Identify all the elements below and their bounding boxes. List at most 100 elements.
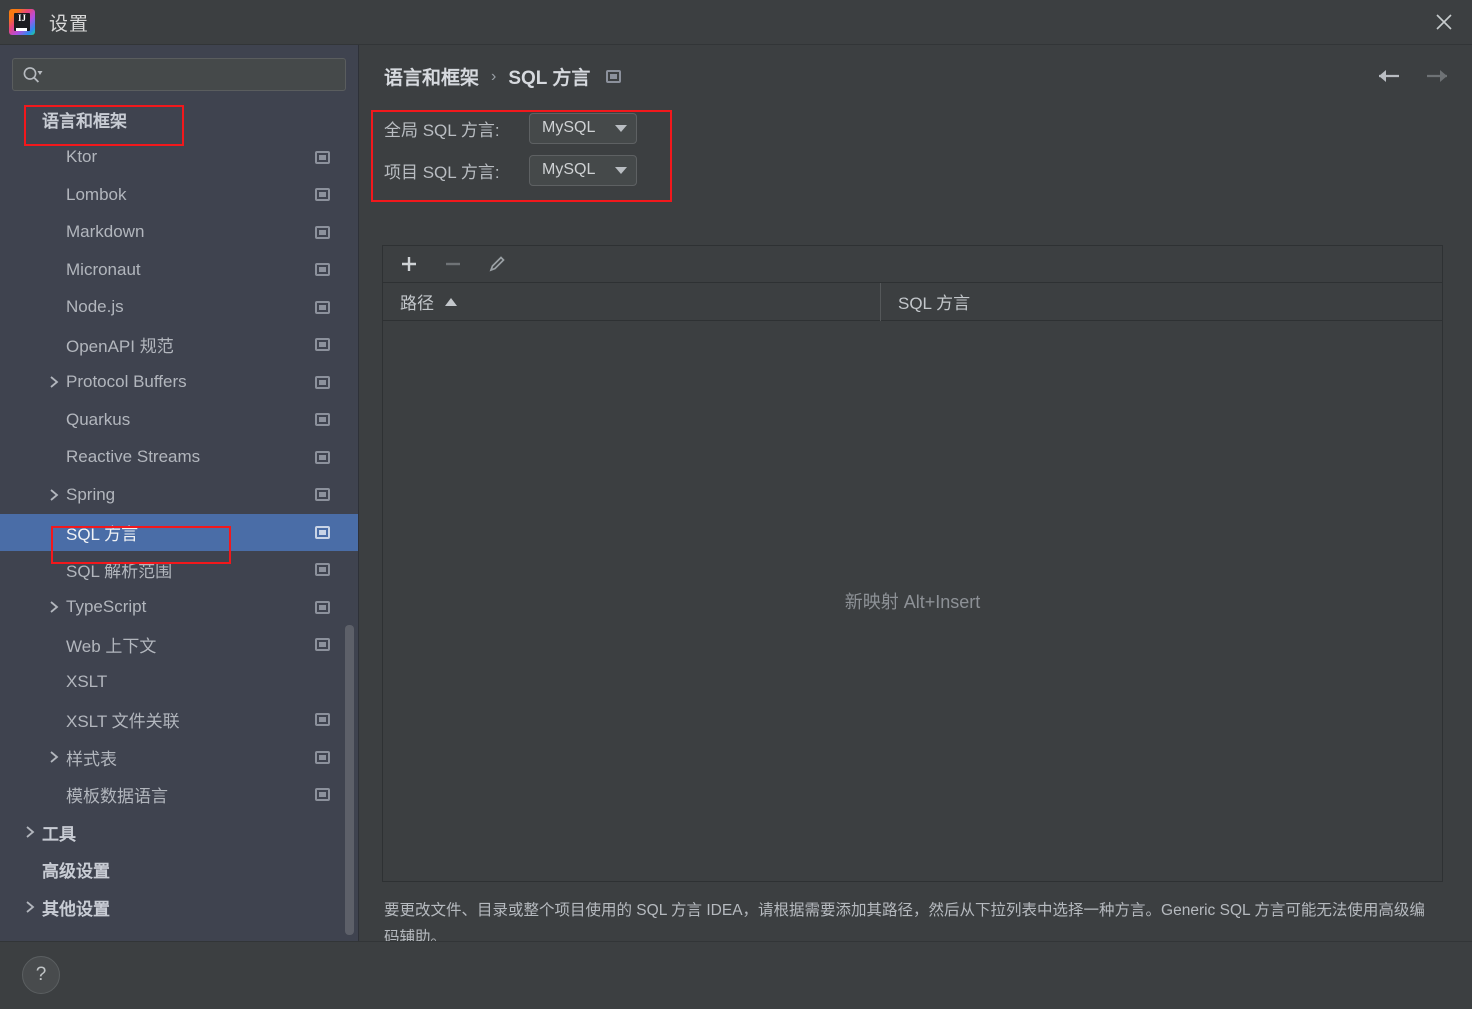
chevron-down-icon: [615, 124, 627, 132]
intellij-idea-logo-icon: IJ: [9, 9, 35, 35]
sidebar-item-17[interactable]: 样式表: [0, 739, 358, 777]
mappings-table-header: 路径 SQL 方言: [383, 282, 1442, 321]
dialect-row-1: 项目 SQL 方言: MySQL: [384, 149, 637, 191]
chevron-right-icon[interactable]: [46, 600, 62, 614]
settings-dialog: IJ 设置 语言和框架 Ktor Lombok Markdown Microna…: [0, 0, 1472, 1009]
sidebar-item-label: 样式表: [66, 749, 117, 769]
mappings-toolbar: [383, 246, 1442, 283]
project-scope-badge-icon: [315, 750, 330, 764]
sidebar-item-15[interactable]: XSLT: [0, 664, 358, 702]
search-input[interactable]: [50, 66, 336, 83]
sidebar-item-7[interactable]: Protocol Buffers: [0, 364, 358, 402]
sidebar-item-6[interactable]: OpenAPI 规范: [0, 326, 358, 364]
project-scope-badge-icon: [315, 600, 330, 614]
sidebar-item-19[interactable]: 工具: [0, 814, 358, 852]
nav-forward-button[interactable]: [1424, 63, 1450, 89]
search-area: [0, 45, 358, 91]
sidebar-item-label: Micronaut: [66, 259, 141, 279]
sidebar-item-13[interactable]: TypeScript: [0, 589, 358, 627]
sidebar-item-3[interactable]: Markdown: [0, 214, 358, 252]
sidebar-item-18[interactable]: 模板数据语言: [0, 776, 358, 814]
chevron-right-icon[interactable]: [46, 488, 62, 502]
mappings-panel: 路径 SQL 方言 新映射 Alt+Insert: [382, 245, 1443, 882]
sidebar-item-8[interactable]: Quarkus: [0, 401, 358, 439]
sidebar-item-label: Web 上下文: [66, 637, 157, 657]
sidebar-item-11[interactable]: SQL 方言: [0, 513, 358, 551]
sidebar-item-14[interactable]: Web 上下文: [0, 626, 358, 664]
sidebar-scrollbar[interactable]: [345, 625, 354, 935]
edit-mapping-button[interactable]: [485, 252, 509, 276]
settings-sidebar: 语言和框架 Ktor Lombok Markdown Micronaut Node.js O…: [0, 45, 359, 941]
sidebar-item-12[interactable]: SQL 解析范围: [0, 551, 358, 589]
project-scope-badge-icon: [315, 188, 330, 202]
project-scope-badge-icon: [315, 638, 330, 652]
sidebar-item-label: 高级设置: [42, 862, 110, 882]
project-scope-badge-icon: [606, 70, 622, 83]
search-icon: [22, 66, 44, 84]
chevron-right-icon[interactable]: [46, 750, 62, 764]
column-header-path-label: 路径: [400, 294, 434, 313]
pencil-icon: [489, 256, 505, 272]
breadcrumb-parent[interactable]: 语言和框架: [384, 63, 479, 90]
project-scope-badge-icon: [315, 150, 330, 164]
project-scope-badge-icon: [315, 525, 330, 539]
project-scope-badge-icon: [315, 450, 330, 464]
chevron-right-icon[interactable]: [46, 375, 62, 389]
mappings-table-body[interactable]: 新映射 Alt+Insert: [383, 321, 1442, 881]
nav-back-button[interactable]: [1376, 63, 1402, 89]
sidebar-item-5[interactable]: Node.js: [0, 289, 358, 327]
add-mapping-button[interactable]: [397, 252, 421, 276]
project-scope-badge-icon: [315, 788, 330, 802]
chevron-right-icon[interactable]: [22, 825, 38, 839]
column-header-path[interactable]: 路径: [383, 282, 881, 321]
dialect-row-0: 全局 SQL 方言: MySQL: [384, 107, 637, 149]
sidebar-item-label: 工具: [42, 824, 76, 844]
dialect-settings: 全局 SQL 方言: MySQL 项目 SQL 方言: MySQL: [384, 107, 637, 191]
sidebar-item-label: TypeScript: [66, 597, 147, 617]
close-window-button[interactable]: [1416, 0, 1472, 44]
sidebar-item-label: Reactive Streams: [66, 447, 201, 467]
sidebar-item-label: Quarkus: [66, 409, 131, 429]
sidebar-item-9[interactable]: Reactive Streams: [0, 439, 358, 477]
dialect-dropdown-0[interactable]: MySQL: [529, 112, 637, 144]
dialect-label-0: 全局 SQL 方言:: [384, 120, 500, 140]
minus-icon: [446, 262, 460, 266]
column-header-dialect[interactable]: SQL 方言: [881, 283, 1442, 321]
history-nav: [1376, 63, 1450, 89]
sidebar-item-label: Node.js: [66, 297, 124, 317]
sidebar-item-21[interactable]: 其他设置: [0, 889, 358, 927]
dialect-dropdown-1[interactable]: MySQL: [529, 154, 637, 186]
sidebar-item-10[interactable]: Spring: [0, 476, 358, 514]
sidebar-item-0[interactable]: 语言和框架: [0, 101, 358, 139]
sidebar-item-label: SQL 解析范围: [66, 562, 173, 582]
remove-mapping-button[interactable]: [441, 252, 465, 276]
sidebar-item-4[interactable]: Micronaut: [0, 251, 358, 289]
plus-icon: [402, 257, 416, 271]
sidebar-item-label: 模板数据语言: [66, 787, 168, 807]
project-scope-badge-icon: [315, 225, 330, 239]
project-scope-badge-icon: [315, 413, 330, 427]
help-button[interactable]: ?: [22, 956, 60, 994]
arrow-left-icon: [1379, 70, 1399, 82]
window-title: 设置: [49, 13, 90, 35]
project-scope-badge-icon: [315, 338, 330, 352]
project-scope-badge-icon: [315, 488, 330, 502]
sidebar-item-1[interactable]: Ktor: [0, 139, 358, 177]
breadcrumb: 语言和框架 › SQL 方言: [384, 63, 622, 90]
project-scope-badge-icon: [315, 713, 330, 727]
sort-ascending-icon: [445, 297, 457, 306]
sidebar-item-label: Ktor: [66, 147, 98, 167]
sidebar-item-20[interactable]: 高级设置: [0, 851, 358, 889]
dialog-footer: ? 确定 取消 应用(A) CSDN @qihang_1217: [0, 941, 1472, 1009]
project-scope-badge-icon: [315, 563, 330, 577]
chevron-right-icon[interactable]: [22, 900, 38, 914]
sidebar-item-2[interactable]: Lombok: [0, 176, 358, 214]
search-box[interactable]: [12, 58, 346, 91]
logo-bar: [16, 28, 27, 31]
settings-tree: 语言和框架 Ktor Lombok Markdown Micronaut Node.js O…: [0, 101, 358, 926]
sidebar-item-label: SQL 方言: [66, 524, 139, 544]
sidebar-item-16[interactable]: XSLT 文件关联: [0, 701, 358, 739]
dialect-value-1: MySQL: [542, 161, 596, 178]
sidebar-item-label: 其他设置: [42, 899, 110, 919]
empty-state-text: 新映射 Alt+Insert: [844, 592, 981, 612]
